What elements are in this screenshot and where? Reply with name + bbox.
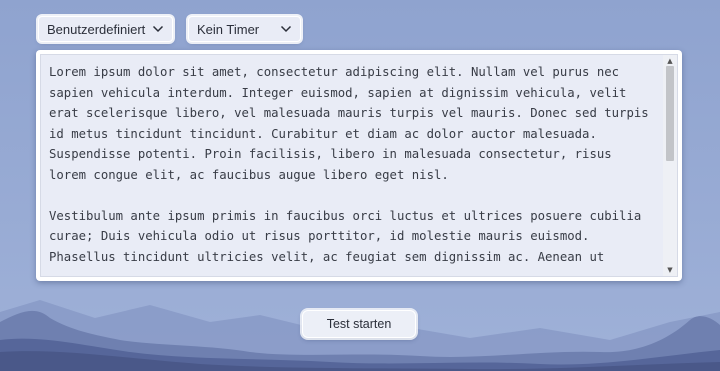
scroll-down-icon[interactable]: ▼	[663, 265, 677, 275]
practice-text-area[interactable]: Lorem ipsum dolor sit amet, consectetur …	[40, 54, 678, 277]
mode-select[interactable]: Benutzerdefiniert	[38, 16, 173, 42]
chevron-down-icon	[152, 25, 164, 33]
practice-text: Lorem ipsum dolor sit amet, consectetur …	[49, 65, 649, 264]
scroll-up-icon[interactable]: ▲	[663, 56, 677, 66]
chevron-down-icon	[280, 25, 292, 33]
timer-select-value: Kein Timer	[197, 21, 260, 37]
vertical-scrollbar[interactable]: ▲ ▼	[663, 55, 677, 276]
start-test-button[interactable]: Test starten	[302, 310, 416, 338]
scrollbar-thumb[interactable]	[666, 66, 674, 161]
timer-select[interactable]: Kein Timer	[188, 16, 301, 42]
text-panel: Lorem ipsum dolor sit amet, consectetur …	[36, 50, 682, 281]
mode-select-value: Benutzerdefiniert	[47, 21, 146, 37]
